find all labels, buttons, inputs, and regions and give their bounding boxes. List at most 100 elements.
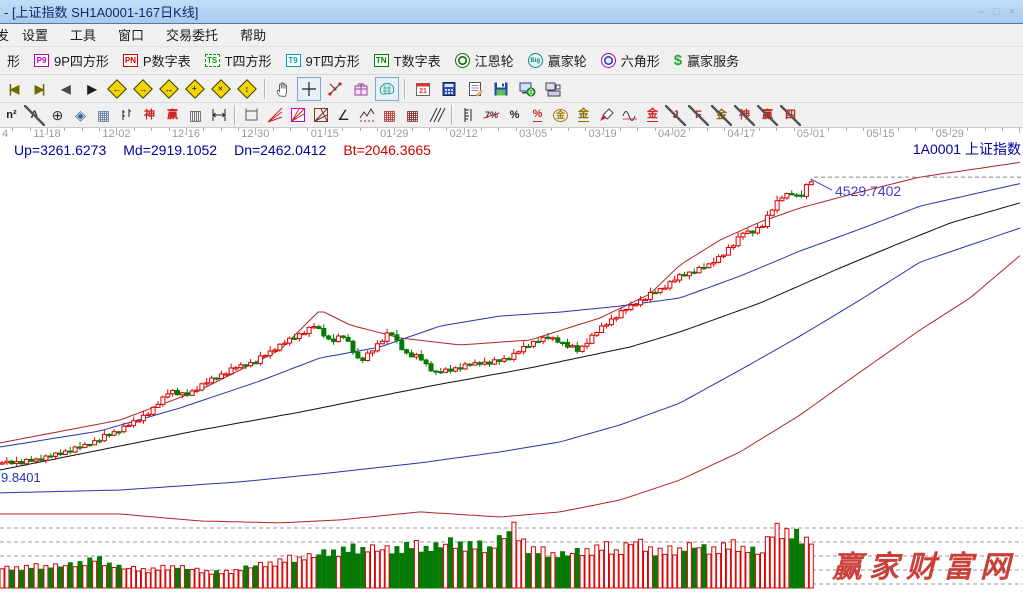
print-button[interactable] <box>541 77 565 101</box>
crosshair-button[interactable] <box>297 77 321 101</box>
shen-tool[interactable]: 神 <box>139 105 160 126</box>
shape-partial-label[interactable]: 形 <box>0 49 27 73</box>
zigzag-tool[interactable] <box>356 105 377 126</box>
close-button[interactable]: × <box>1009 6 1015 18</box>
notepad-button[interactable] <box>463 77 487 101</box>
axis-tick <box>394 128 395 133</box>
gold-circle-tool[interactable]: 金 <box>550 105 571 126</box>
n-square-tool[interactable]: n² <box>1 105 22 126</box>
angle-line-tool[interactable]: ∠ <box>333 105 354 126</box>
f-angle-tool[interactable]: F <box>688 105 709 126</box>
ying-tool[interactable]: 赢 <box>162 105 183 126</box>
goto-start-button[interactable]: |◀ <box>1 77 25 101</box>
wave-tool[interactable] <box>619 105 640 126</box>
gann-fan-tool[interactable] <box>264 105 285 126</box>
save-button[interactable] <box>489 77 513 101</box>
gann-star-tool[interactable]: ◈ <box>70 105 91 126</box>
percent7-tool[interactable]: 7% <box>481 105 502 126</box>
menu-help[interactable]: 帮助 <box>229 23 277 47</box>
fanbox2-icon <box>312 106 330 124</box>
si-angle-tool-icon: 四 <box>785 110 796 121</box>
winner-wheel-button[interactable]: Big赢家轮 <box>521 49 594 73</box>
chart-area[interactable]: 4529.74029.8401 赢家财富网 <box>0 158 1023 590</box>
hexagon-button[interactable]: 六角形 <box>594 49 667 73</box>
percent-line-tool[interactable]: % <box>527 105 548 126</box>
web-service-button[interactable] <box>515 77 539 101</box>
j-angle-tool[interactable]: J <box>665 105 686 126</box>
titlebar[interactable]: - [上证指数 SH1A0001-167日K线] – □ × <box>0 0 1023 24</box>
gann-box-tool[interactable]: ▦ <box>93 105 114 126</box>
axis-tick <box>412 128 413 131</box>
gift-tool-button[interactable] <box>349 77 373 101</box>
step-forward-button[interactable]: ▶ <box>79 77 103 101</box>
axis-tick <box>620 128 621 131</box>
axis-tick <box>759 128 760 131</box>
axis-tick <box>325 128 326 133</box>
hand-tool-button[interactable] <box>271 77 295 101</box>
calculator-button[interactable] <box>437 77 461 101</box>
calendar-button[interactable] <box>411 77 435 101</box>
si-angle-tool[interactable]: 四 <box>780 105 801 126</box>
gann-wheel-button[interactable]: 江恩轮 <box>448 49 521 73</box>
winner-service-button[interactable]: $赢家服务 <box>667 49 746 73</box>
goto-end-button-icon: ▶| <box>35 83 44 95</box>
pan-left-button[interactable]: ← <box>105 77 129 101</box>
kline-mark-tool[interactable] <box>116 105 137 126</box>
grid-9t-button[interactable]: T99T四方形 <box>279 49 367 73</box>
step-back-button[interactable]: ◀ <box>53 77 77 101</box>
shen-angle-tool[interactable]: 神 <box>734 105 755 126</box>
note-icon <box>466 80 484 98</box>
calendar-icon <box>414 80 432 98</box>
fan-box-tool[interactable] <box>287 105 308 126</box>
menu-settings[interactable]: 设置 <box>11 23 59 47</box>
pan-right-button[interactable]: → <box>131 77 155 101</box>
ying-angle-tool[interactable]: 赢 <box>757 105 778 126</box>
menu-partial[interactable]: 发 <box>0 23 11 47</box>
gold-red-tool[interactable]: 金 <box>642 105 663 126</box>
price-grid-tool[interactable]: ▦ <box>379 105 400 126</box>
ying-tool-icon: 赢 <box>167 110 178 121</box>
gold-angle-tool[interactable]: 金 <box>711 105 732 126</box>
t-grid-button[interactable]: TST四方形 <box>198 49 279 73</box>
zoom-vertical-button-icon: ↕ <box>237 79 257 99</box>
gift-icon <box>352 80 370 98</box>
zoom-horizontal-button[interactable]: ↔ <box>157 77 181 101</box>
maximize-button[interactable]: □ <box>993 6 1000 18</box>
ruler-tool[interactable] <box>458 105 479 126</box>
fan-box2-tool[interactable] <box>310 105 331 126</box>
fan-icon <box>266 106 284 124</box>
menu-window[interactable]: 窗口 <box>107 23 155 47</box>
grid-9p-button[interactable]: P99P四方形 <box>27 49 116 73</box>
price-grid2-tool[interactable]: ▦ <box>402 105 423 126</box>
mirror-a-tool[interactable]: A <box>24 105 45 126</box>
gann-circle-tool[interactable]: ⊕ <box>47 105 68 126</box>
axis-tick <box>238 128 239 131</box>
window-controls: – □ × <box>978 6 1015 18</box>
kline-chart-canvas[interactable]: 4529.74029.8401 <box>0 158 1023 590</box>
smart-analysis-button[interactable] <box>375 77 399 101</box>
t-number-button[interactable]: TNT数字表 <box>367 49 448 73</box>
percent-tool[interactable]: % <box>504 105 525 126</box>
brush-tool[interactable] <box>596 105 617 126</box>
measure-tool-button[interactable] <box>323 77 347 101</box>
zoom-in-button[interactable]: + <box>183 77 207 101</box>
shen-tool-icon: 神 <box>144 110 155 121</box>
menu-trade[interactable]: 交易委托 <box>155 23 229 47</box>
parallel-line-tool[interactable] <box>425 105 446 126</box>
brain-icon <box>378 80 396 98</box>
gold-line-tool[interactable]: 金 <box>573 105 594 126</box>
zoom-vertical-button[interactable]: ↕ <box>235 77 259 101</box>
percent7-tool-icon: 7% <box>485 111 498 120</box>
box-range-tool[interactable] <box>241 105 262 126</box>
goto-end-button[interactable]: ▶| <box>27 77 51 101</box>
winner-wheel-button-label: 赢家轮 <box>548 51 587 70</box>
zoom-all-button[interactable]: × <box>209 77 233 101</box>
menu-bar: 发设置工具窗口交易委托帮助 <box>0 24 1023 47</box>
span-measure-tool[interactable] <box>208 105 229 126</box>
number-grid-tool[interactable]: ▥ <box>185 105 206 126</box>
minimize-button[interactable]: – <box>978 6 984 18</box>
axis-tick <box>811 128 812 133</box>
menu-tools[interactable]: 工具 <box>59 23 107 47</box>
axis-tick <box>863 128 864 131</box>
p-number-button[interactable]: PNP数字表 <box>116 49 198 73</box>
